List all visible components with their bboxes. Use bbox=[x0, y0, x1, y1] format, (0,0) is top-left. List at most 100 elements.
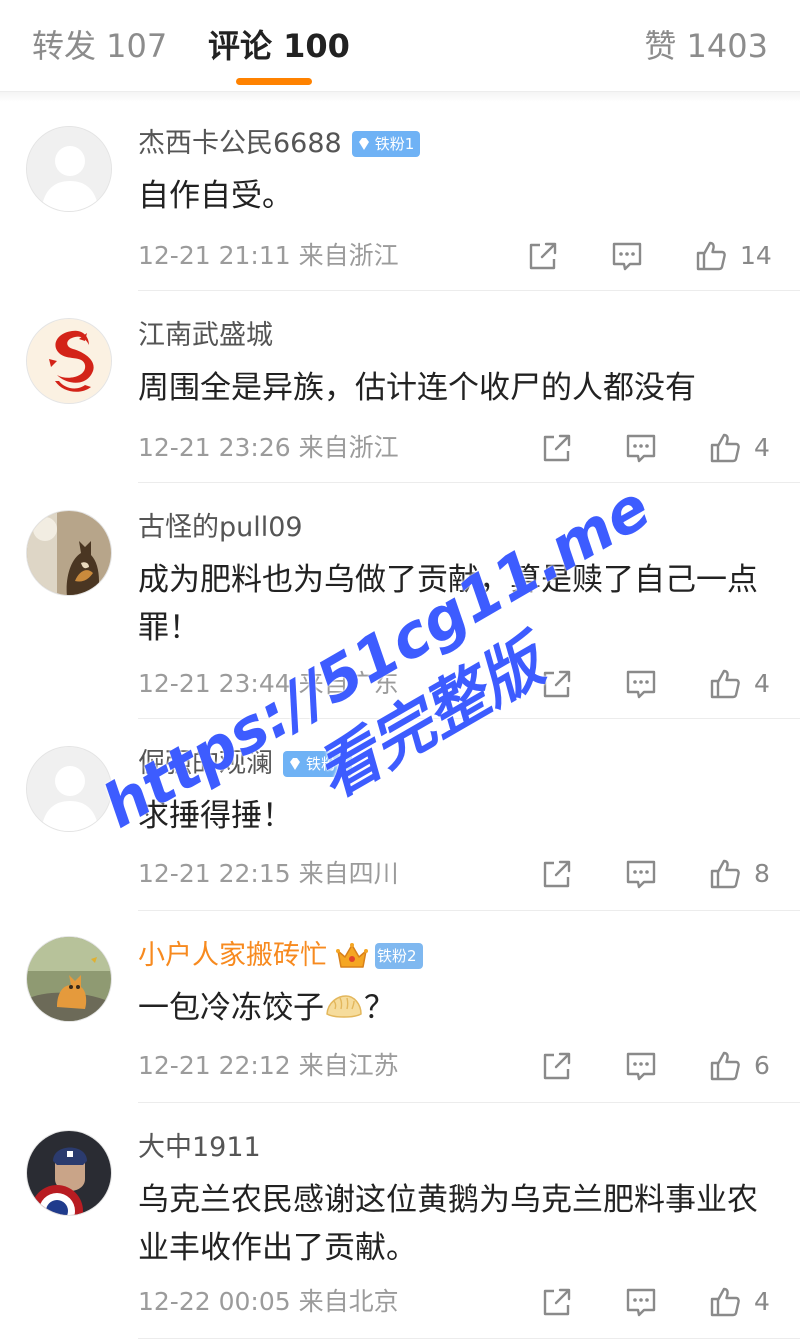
comment-location: 来自浙江 bbox=[298, 241, 399, 270]
username[interactable]: 江南武盛城 bbox=[138, 316, 273, 356]
username[interactable]: 古怪的pull09 bbox=[138, 508, 303, 548]
share-icon bbox=[543, 1052, 571, 1080]
comment-time: 12-21 22:12 bbox=[138, 1051, 291, 1080]
comment-text: 自作自受。 bbox=[138, 178, 293, 214]
username[interactable]: 杰西卡公民6688 bbox=[138, 124, 342, 164]
comment-icon bbox=[626, 1288, 656, 1317]
default-avatar-icon bbox=[27, 747, 111, 831]
reply-button[interactable] bbox=[624, 1046, 658, 1086]
share-button[interactable] bbox=[526, 236, 560, 276]
share-button[interactable] bbox=[540, 428, 574, 468]
like-button[interactable]: 4 bbox=[708, 1282, 770, 1322]
username-row: 大中1911 bbox=[138, 1128, 261, 1168]
comment-time: 12-21 21:11 bbox=[138, 241, 291, 270]
comment-location: 来自北京 bbox=[298, 1287, 399, 1316]
reply-button[interactable] bbox=[624, 428, 658, 468]
comment-text-suffix: ？ bbox=[364, 990, 395, 1026]
fan-badge-label: 铁粉1 bbox=[374, 135, 415, 153]
thumbs-up-icon bbox=[710, 669, 740, 699]
comment-text: 乌克兰农民感谢这位黄鹅为乌克兰肥料事业农业丰收作出了贡献。 bbox=[138, 1182, 758, 1266]
comment-text-main: 一包冷冻饺子 bbox=[138, 990, 324, 1026]
fan-badge: 铁粉2 bbox=[375, 943, 423, 969]
avatar[interactable] bbox=[26, 936, 112, 1022]
username[interactable]: 大中1911 bbox=[138, 1128, 261, 1168]
comment-tabs: 转发 107 评论 100 赞 1403 bbox=[0, 0, 800, 92]
share-button[interactable] bbox=[540, 664, 574, 704]
tab-repost[interactable]: 转发 107 bbox=[32, 24, 167, 68]
share-icon bbox=[529, 242, 557, 270]
like-count: 6 bbox=[754, 1051, 770, 1080]
comment-icon bbox=[626, 670, 656, 699]
comment-location: 来自四川 bbox=[298, 859, 399, 888]
username[interactable]: 倔强的观澜 bbox=[138, 744, 273, 784]
comment-divider bbox=[138, 718, 800, 719]
tab-likes[interactable]: 赞 1403 bbox=[644, 24, 768, 68]
username-row: 小户人家搬砖忙 铁粉2 bbox=[138, 936, 423, 976]
tabs-divider bbox=[0, 92, 800, 102]
comment-icon bbox=[626, 860, 656, 889]
comment-icon bbox=[626, 434, 656, 463]
fan-badge-label: 铁粉1 bbox=[306, 755, 346, 773]
like-button[interactable]: 8 bbox=[708, 854, 770, 894]
comment-text: 成为肥料也为乌做了贡献，算是赎了自己一点罪！ bbox=[138, 562, 758, 646]
avatar[interactable] bbox=[26, 510, 112, 596]
comment-divider bbox=[138, 910, 800, 911]
share-icon bbox=[543, 860, 571, 888]
username-row: 倔强的观澜 铁粉1 bbox=[138, 744, 352, 784]
avatar[interactable] bbox=[26, 1130, 112, 1216]
kitten-avatar-icon bbox=[27, 937, 111, 1021]
like-count: 4 bbox=[754, 1287, 770, 1316]
comment-time: 12-22 00:05 bbox=[138, 1287, 291, 1316]
username-row: 古怪的pull09 bbox=[138, 508, 303, 548]
tab-comments[interactable]: 评论 100 bbox=[208, 24, 350, 68]
reply-button[interactable] bbox=[624, 664, 658, 704]
fan-badge-label: 铁粉2 bbox=[377, 947, 417, 965]
comment-text: 一包冷冻饺子 ？ bbox=[138, 984, 778, 1032]
like-button[interactable]: 4 bbox=[708, 664, 770, 704]
comment-text: 求捶得捶！ bbox=[138, 798, 293, 834]
dragon-avatar-icon bbox=[27, 319, 111, 403]
share-button[interactable] bbox=[540, 854, 574, 894]
comment-meta: 12-21 21:11 来自浙江 bbox=[138, 236, 399, 276]
comment-icon bbox=[612, 242, 642, 271]
like-button[interactable]: 14 bbox=[694, 236, 772, 276]
comment-time: 12-21 22:15 bbox=[138, 859, 291, 888]
username[interactable]: 小户人家搬砖忙 bbox=[138, 936, 327, 976]
cat-avatar-icon bbox=[27, 511, 111, 595]
username-row: 杰西卡公民6688 铁粉1 bbox=[138, 124, 421, 164]
comment-meta: 12-22 00:05 来自北京 bbox=[138, 1282, 399, 1322]
dumpling-emoji-icon bbox=[326, 995, 362, 1018]
avatar[interactable] bbox=[26, 126, 112, 212]
like-count: 4 bbox=[754, 433, 770, 462]
thumbs-up-icon bbox=[710, 1051, 740, 1081]
comment-location: 来自浙江 bbox=[298, 433, 399, 462]
comment-time: 12-21 23:44 bbox=[138, 669, 291, 698]
thumbs-up-icon bbox=[710, 1287, 740, 1317]
comment-meta: 12-21 22:12 来自江苏 bbox=[138, 1046, 399, 1086]
comment-divider bbox=[138, 1338, 800, 1339]
avatar[interactable] bbox=[26, 746, 112, 832]
like-count: 14 bbox=[740, 241, 772, 270]
reply-button[interactable] bbox=[610, 236, 644, 276]
comment-icon bbox=[626, 1052, 656, 1081]
captain-avatar-icon bbox=[27, 1131, 111, 1215]
comment-time: 12-21 23:26 bbox=[138, 433, 291, 462]
reply-button[interactable] bbox=[624, 1282, 658, 1322]
comment-divider bbox=[138, 482, 800, 483]
like-button[interactable]: 6 bbox=[708, 1046, 770, 1086]
share-icon bbox=[543, 1288, 571, 1316]
comment-meta: 12-21 23:44 来自广东 bbox=[138, 664, 399, 704]
like-button[interactable]: 4 bbox=[708, 428, 770, 468]
reply-button[interactable] bbox=[624, 854, 658, 894]
thumbs-up-icon bbox=[710, 433, 740, 463]
comment-meta: 12-21 22:15 来自四川 bbox=[138, 854, 399, 894]
like-count: 8 bbox=[754, 859, 770, 888]
thumbs-up-icon bbox=[710, 859, 740, 889]
active-tab-indicator bbox=[236, 78, 312, 85]
crown-icon bbox=[336, 943, 368, 968]
share-button[interactable] bbox=[540, 1046, 574, 1086]
comment-location: 来自广东 bbox=[298, 669, 399, 698]
share-button[interactable] bbox=[540, 1282, 574, 1322]
default-avatar-icon bbox=[27, 127, 111, 211]
avatar[interactable] bbox=[26, 318, 112, 404]
